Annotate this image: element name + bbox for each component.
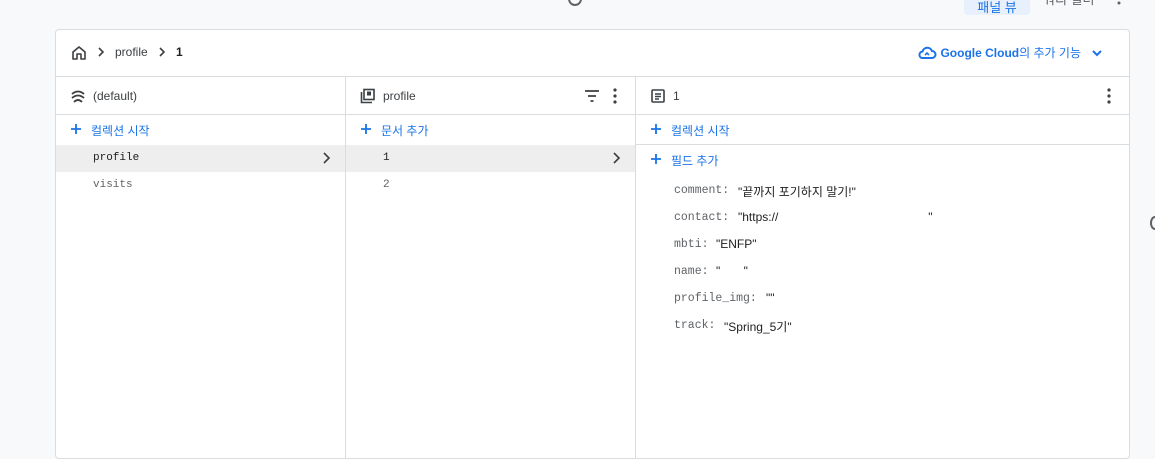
- add-document-button[interactable]: 문서 추가: [346, 115, 635, 145]
- list-item[interactable]: 1: [346, 145, 635, 172]
- column-header: profile: [346, 77, 635, 115]
- field-value: "Spring_5기": [724, 320, 792, 334]
- collection-name: profile: [93, 152, 140, 164]
- chevron-right-icon: [323, 152, 331, 164]
- collection-icon: [360, 88, 375, 104]
- breadcrumb-item-profile[interactable]: profile: [115, 45, 148, 59]
- field-key: mbti:: [674, 238, 709, 251]
- start-subcollection-button[interactable]: 컬렉션 시작: [636, 115, 1130, 145]
- column-title: 1: [673, 89, 680, 103]
- collection-column: profile 문서 추가 1 2: [346, 77, 636, 458]
- add-document-label: 문서 추가: [381, 124, 429, 138]
- filter-icon[interactable]: [584, 89, 600, 103]
- list-item[interactable]: 2: [346, 172, 635, 199]
- field-row[interactable]: track: "Spring_5기": [636, 310, 1130, 337]
- plus-icon: [651, 124, 661, 134]
- cloud-icon: [918, 46, 937, 59]
- field-row[interactable]: name: " ": [636, 256, 1130, 283]
- list-item[interactable]: visits: [56, 172, 345, 199]
- breadcrumb: profile 1 Google Cloud 의 추가 기능: [56, 30, 1129, 77]
- list-item[interactable]: profile: [56, 145, 345, 172]
- field-key: name:: [674, 265, 709, 278]
- field-key: track:: [674, 319, 716, 332]
- field-row[interactable]: profile_img: "": [636, 283, 1130, 310]
- document-id: 2: [383, 179, 390, 191]
- field-value: "": [766, 291, 775, 305]
- column-header: (default): [56, 77, 345, 115]
- field-value: "https:// ": [738, 210, 933, 224]
- google-cloud-extensions-button[interactable]: Google Cloud 의 추가 기능: [917, 44, 1105, 61]
- panel-view-button[interactable]: 패널 뷰: [964, 0, 1030, 15]
- start-collection-label: 컬렉션 시작: [91, 124, 150, 138]
- field-key: profile_img:: [674, 292, 757, 305]
- field-value: "ENFP": [716, 237, 757, 251]
- data-panel: profile 1 Google Cloud 의 추가 기능 (default)…: [55, 29, 1130, 459]
- document-icon: [651, 89, 665, 103]
- database-icon: [71, 90, 85, 103]
- more-vert-icon[interactable]: [1107, 88, 1111, 104]
- chevron-right-icon: [613, 152, 621, 164]
- plus-icon: [71, 124, 81, 134]
- chevron-right-icon: [98, 47, 105, 57]
- chevron-right-icon: [159, 47, 166, 57]
- collection-name: visits: [93, 179, 133, 191]
- plus-icon: [361, 124, 371, 134]
- google-cloud-suffix: 의 추가 기능: [1019, 46, 1081, 60]
- breadcrumb-item-current: 1: [176, 45, 183, 59]
- start-subcollection-label: 컬렉션 시작: [671, 124, 730, 138]
- field-value: " ": [716, 264, 748, 278]
- more-vert-icon[interactable]: [613, 88, 617, 104]
- edge-partial-icon: [1150, 216, 1155, 230]
- column-header: 1: [636, 77, 1130, 115]
- home-icon[interactable]: [70, 44, 88, 62]
- column-title: (default): [93, 89, 138, 103]
- field-row[interactable]: mbti: "ENFP": [636, 229, 1130, 256]
- field-row[interactable]: comment: "끝까지 포기하지 말기!": [636, 175, 1130, 202]
- field-key: contact:: [674, 211, 730, 224]
- column-title: profile: [383, 89, 416, 103]
- more-vert-icon[interactable]: [1112, 0, 1126, 8]
- field-key: comment:: [674, 184, 730, 197]
- field-value: "끝까지 포기하지 말기!": [738, 185, 856, 199]
- root-column: (default) 컬렉션 시작 profile visits: [56, 77, 346, 458]
- add-field-label: 필드 추가: [671, 154, 719, 168]
- chevron-down-icon: [1092, 49, 1102, 56]
- document-column: 1 컬렉션 시작 필드 추가 comment: "끝까지 포기하지 말기!" c…: [636, 77, 1130, 458]
- plus-icon: [651, 154, 661, 164]
- top-toolbar: 패널 뷰 쿼리 빌더: [0, 0, 1155, 22]
- google-cloud-brand: Google Cloud: [940, 45, 1020, 60]
- add-field-button[interactable]: 필드 추가: [636, 145, 1130, 175]
- status-circle-icon: [568, 0, 582, 6]
- query-builder-button[interactable]: 쿼리 빌더: [1043, 0, 1094, 12]
- field-row[interactable]: contact: "https:// ": [636, 202, 1130, 229]
- start-collection-button[interactable]: 컬렉션 시작: [56, 115, 345, 145]
- document-id: 1: [383, 152, 390, 164]
